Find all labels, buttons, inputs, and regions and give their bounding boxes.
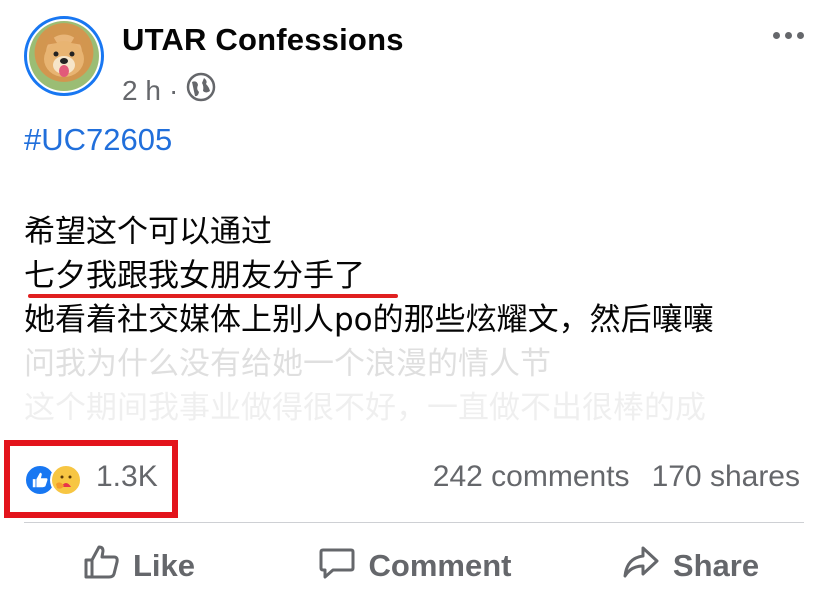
post-hashtag[interactable]: #UC72605 <box>24 122 172 158</box>
post-time[interactable]: 2 h <box>122 75 161 107</box>
reaction-count[interactable]: 1.3K <box>96 460 158 494</box>
comment-button[interactable]: Comment <box>276 530 552 602</box>
share-arrow-icon <box>621 542 661 590</box>
post-body: 希望这个可以通过 七夕我跟我女朋友分手了 她看着社交媒体上别人po的那些炫耀文，… <box>24 210 824 430</box>
meta-separator: · <box>168 74 179 106</box>
page-avatar[interactable] <box>24 16 104 96</box>
thumbs-up-icon <box>81 542 121 590</box>
page-name[interactable]: UTAR Confessions <box>122 22 404 58</box>
post-line-faded: 这个期间我事业做得很不好，一直做不出很棒的成 <box>24 390 706 426</box>
comment-bubble-icon <box>317 542 357 590</box>
post-line: 七夕我跟我女朋友分手了 <box>24 258 365 294</box>
like-button[interactable]: Like <box>0 530 276 602</box>
like-label: Like <box>132 548 196 583</box>
globe-icon <box>186 72 216 109</box>
more-options-icon[interactable] <box>773 32 804 39</box>
engagement-stats: 242 comments 170 shares <box>433 460 800 494</box>
post-line-faded: 问我为什么没有给她一个浪漫的情人节 <box>24 346 551 382</box>
divider <box>24 522 804 523</box>
dog-face-icon <box>44 33 84 77</box>
avatar-image <box>29 21 99 91</box>
share-button[interactable]: Share <box>552 530 828 602</box>
post-header: UTAR Confessions 2 h · <box>24 16 814 106</box>
post-meta: 2 h · <box>122 72 216 109</box>
post-line: 她看着社交媒体上别人po的那些炫耀文，然后嚷嚷 <box>24 302 714 338</box>
post-actions: Like Comment Share <box>0 530 828 602</box>
care-icon <box>50 464 82 496</box>
comment-label: Comment <box>368 548 512 583</box>
post-line: 希望这个可以通过 <box>24 214 272 250</box>
shares-count[interactable]: 170 shares <box>652 460 800 494</box>
comments-count[interactable]: 242 comments <box>433 460 630 494</box>
reaction-icons[interactable] <box>24 464 84 498</box>
share-label: Share <box>672 548 760 583</box>
red-underline-annotation <box>28 294 398 298</box>
